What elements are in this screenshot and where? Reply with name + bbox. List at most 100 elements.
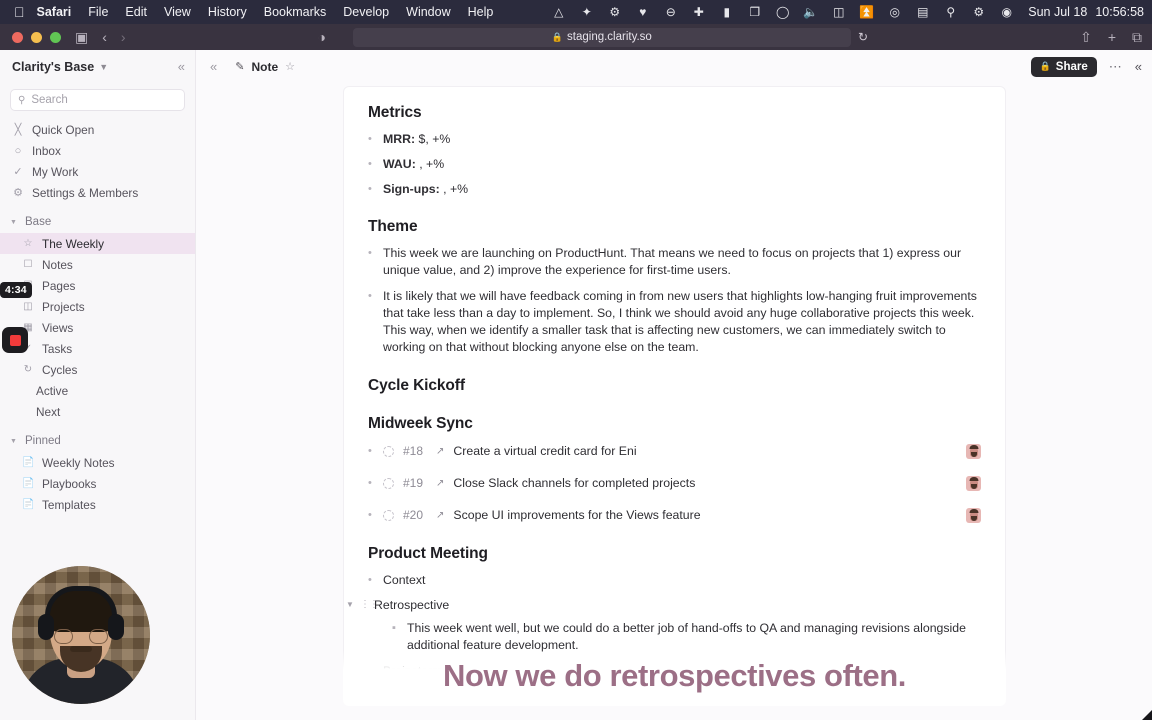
more-options-button[interactable]: ⋯ [1109,59,1123,75]
theme-paragraph-2[interactable]: • It is likely that we will have feedbac… [368,288,981,356]
maximize-window-button[interactable] [50,31,61,43]
arrow-up-right-icon[interactable]: ↗ [436,478,444,489]
avatar[interactable] [966,443,981,459]
list-item-context[interactable]: • Context [368,572,981,589]
menu-item-help[interactable]: Help [468,5,494,19]
avatar[interactable] [966,507,981,523]
document-tab[interactable]: ✎ Note ☆ [235,60,295,74]
menu-item-history[interactable]: History [208,5,247,19]
sidebar-item-next[interactable]: Next [0,401,195,422]
dashed-circle-icon[interactable] [383,477,394,489]
metric-row-wau[interactable]: • WAU: , +% [368,156,981,173]
evernote-icon[interactable]: ♥ [635,5,650,20]
reload-icon[interactable]: ↻ [858,30,868,44]
share-button[interactable]: 🔒 Share [1030,56,1097,77]
clock-icon[interactable]: ◯ [775,5,790,20]
battery-case-icon[interactable]: ◫ [831,5,846,20]
triangle-down-icon: ▼ [10,437,17,445]
sidebar-item-label: Active [36,383,69,398]
sidebar-item-label: Templates [42,497,96,512]
close-window-button[interactable] [12,31,23,43]
gear-icon[interactable]: ⚙ [607,5,622,20]
list-item-retrospective[interactable]: ▼ ⋮⋮ Retrospective [345,598,981,612]
volume-icon[interactable]: 🔈 [803,5,818,20]
menu-item-bookmarks[interactable]: Bookmarks [264,5,327,19]
share-icon[interactable]: ⇧ [1080,29,1092,46]
address-bar[interactable]: 🔒 staging.clarity.so [352,27,851,47]
control-center-icon[interactable]: ⚙ [971,5,986,20]
sidebar-item-playbooks[interactable]: 📄 Playbooks [0,473,195,494]
search-input[interactable]: ⚲ Search [10,89,185,111]
list-item-label: This week went well, but we could do a b… [407,620,966,652]
wifi-icon[interactable]: ◎ [887,5,902,20]
chevron-left-icon[interactable]: ‹ [102,29,107,45]
triangle-down-icon[interactable]: ▼ [345,600,355,609]
task-row[interactable]: • #20 ↗ Scope UI improvements for the Vi… [368,507,981,523]
sidebar-item-projects[interactable]: ◫ Projects [0,296,195,317]
privacy-shield-icon[interactable]: ◑ [318,29,326,45]
do-not-disturb-icon[interactable]: ⊖ [663,5,678,20]
menu-item-develop[interactable]: Develop [343,5,389,19]
menu-bar-date: Sun Jul 18 [1028,5,1088,19]
sidebar-item-my-work[interactable]: ✓ My Work [0,161,195,182]
pin-icon[interactable]: ☆ [285,60,295,73]
sidebar-collapse-button[interactable]: « [178,59,185,74]
dashed-circle-icon[interactable] [383,509,394,521]
arrow-up-right-icon[interactable]: ↗ [436,510,444,521]
menu-item-window[interactable]: Window [406,5,450,19]
arc-icon[interactable]: △ [551,5,566,20]
panel-collapse-left-button[interactable]: « [210,59,217,74]
sidebar-item-tasks[interactable]: ✓ Tasks [0,338,195,359]
plus-icon[interactable]: + [1108,29,1116,45]
dashed-circle-icon[interactable] [383,445,394,457]
menu-item-safari[interactable]: Safari [37,5,72,19]
display-icon[interactable]: ▮ [719,5,734,20]
plus-health-icon[interactable]: ✚ [691,5,706,20]
sidebar-group-pinned[interactable]: ▼ Pinned [0,430,195,452]
product-meeting-heading: Product Meeting [368,544,488,562]
avatar[interactable] [966,475,981,491]
dropbox-icon[interactable]: ✦ [579,5,594,20]
theme-paragraph-1[interactable]: • This week we are launching on ProductH… [368,245,981,279]
menu-item-edit[interactable]: Edit [125,5,147,19]
metric-row-signups[interactable]: • Sign-ups: , +% [368,181,981,198]
apple-logo-icon[interactable]:  [14,5,25,19]
sidebar-item-notes[interactable]: ☐ Notes [0,254,195,275]
webcam-bubble[interactable] [12,566,150,704]
sidebar-item-active[interactable]: Active [0,380,195,401]
menu-item-view[interactable]: View [164,5,191,19]
sidebar-item-inbox[interactable]: ○ Inbox [0,140,195,161]
menu-item-file[interactable]: File [88,5,108,19]
battery-icon[interactable]: ▤ [915,5,930,20]
user-account-icon[interactable]: ◉ [999,5,1014,20]
sidebar-item-the-weekly[interactable]: ☆ The Weekly [0,233,195,254]
bluetooth-icon[interactable]: ⏫ [859,5,874,20]
arrow-up-right-icon[interactable]: ↗ [436,446,444,457]
sidebar-item-templates[interactable]: 📄 Templates [0,494,195,515]
recording-stop-button[interactable] [2,327,28,353]
sidebar-item-label: Pages [42,278,76,293]
chevron-down-icon[interactable]: ▼ [99,62,108,72]
stop-square-icon [9,334,21,346]
sidebar-group-label: Base [25,216,52,228]
tab-overview-icon[interactable]: ⧉ [1132,29,1142,46]
list-item-retrospective-note[interactable]: ▪ This week went well, but we could do a… [368,620,981,654]
sidebar-item-cycles[interactable]: ↻ Cycles [0,359,195,380]
chevron-right-icon[interactable]: › [121,29,126,45]
drag-handle-icon[interactable]: ⋮⋮ [360,599,379,610]
minimize-window-button[interactable] [31,31,42,43]
workspace-header[interactable]: Clarity's Base ▼ « [0,50,195,83]
sidebar-item-quick-open[interactable]: ╳ Quick Open [0,119,195,140]
task-row[interactable]: • #19 ↗ Close Slack channels for complet… [368,475,981,491]
screens-icon[interactable]: ❐ [747,5,762,20]
task-row[interactable]: • #18 ↗ Create a virtual credit card for… [368,443,981,459]
menu-bar-clock[interactable]: Sun Jul 18 10:56:58 [1028,5,1144,19]
sidebar-group-base[interactable]: ▼ Base [0,211,195,233]
search-icon[interactable]: ⚲ [943,5,958,20]
metric-row-mrr[interactable]: • MRR: $, +% [368,131,981,148]
sidebar-toggle-icon[interactable]: ▣ [75,29,88,46]
panel-collapse-right-button[interactable]: « [1135,59,1142,74]
sidebar-item-settings-members[interactable]: ⚙ Settings & Members [0,182,195,203]
sidebar-item-views[interactable]: ▦ Views [0,317,195,338]
sidebar-item-weekly-notes[interactable]: 📄 Weekly Notes [0,452,195,473]
